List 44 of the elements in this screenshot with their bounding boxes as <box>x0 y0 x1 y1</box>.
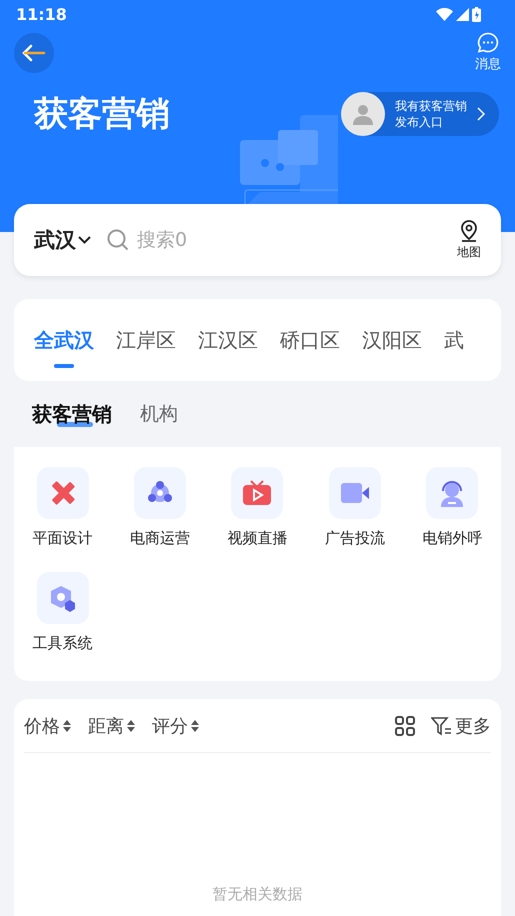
sort-option[interactable]: 距离 <box>88 714 136 738</box>
back-arrow-icon <box>22 44 46 62</box>
sort-option[interactable]: 价格 <box>24 714 72 738</box>
chevron-right-icon <box>477 107 485 121</box>
category-item[interactable]: 视频直播 <box>208 467 306 548</box>
district-tab[interactable]: 硚口区 <box>280 312 340 368</box>
district-tab[interactable]: 江汉区 <box>198 312 258 368</box>
filter-icon <box>431 716 453 736</box>
back-button[interactable] <box>14 33 54 73</box>
signal-icon <box>456 8 469 20</box>
avatar-icon <box>341 92 385 136</box>
section-tab[interactable]: 机构 <box>140 401 178 427</box>
status-time: 11:18 <box>16 4 67 24</box>
tv-play-icon <box>242 479 272 507</box>
category-item[interactable]: 平面设计 <box>14 467 112 548</box>
category-item[interactable]: 广告投流 <box>306 467 404 548</box>
chevron-down-icon <box>78 236 91 244</box>
district-tab[interactable]: 江岸区 <box>116 312 176 368</box>
more-filter-button[interactable]: 更多 <box>431 714 491 738</box>
district-tab[interactable]: 汉阳区 <box>362 312 422 368</box>
district-tab[interactable]: 武 <box>444 312 464 368</box>
empty-message: 暂无相关数据 <box>212 885 304 904</box>
category-item[interactable]: 电商运营 <box>111 467 209 548</box>
messages-button[interactable]: 消息 <box>475 32 501 73</box>
page-title: 获客营销 <box>34 93 170 136</box>
grid-view-icon[interactable] <box>395 716 415 736</box>
map-button[interactable]: 地图 <box>457 220 481 260</box>
section-tab[interactable]: 获客营销 <box>32 400 112 428</box>
sort-icon <box>190 718 200 732</box>
location-pin-icon <box>459 220 479 242</box>
battery-icon <box>472 6 481 22</box>
video-camera-icon <box>340 480 370 506</box>
hex-nut-icon <box>48 584 77 612</box>
sort-icon <box>62 718 72 732</box>
chat-bubble-icon <box>477 32 499 53</box>
category-item[interactable]: 工具系统 <box>14 572 112 653</box>
sort-icon <box>126 718 136 732</box>
city-selector[interactable]: 武汉 <box>34 226 91 254</box>
search-icon <box>107 229 129 251</box>
category-item[interactable]: 电销外呼 <box>404 467 501 548</box>
sort-option[interactable]: 评分 <box>152 714 200 738</box>
wifi-icon <box>436 8 453 20</box>
publish-entry-button[interactable]: 我有获客营销 发布入口 <box>341 92 499 136</box>
district-tab[interactable]: 全武汉 <box>34 312 94 368</box>
